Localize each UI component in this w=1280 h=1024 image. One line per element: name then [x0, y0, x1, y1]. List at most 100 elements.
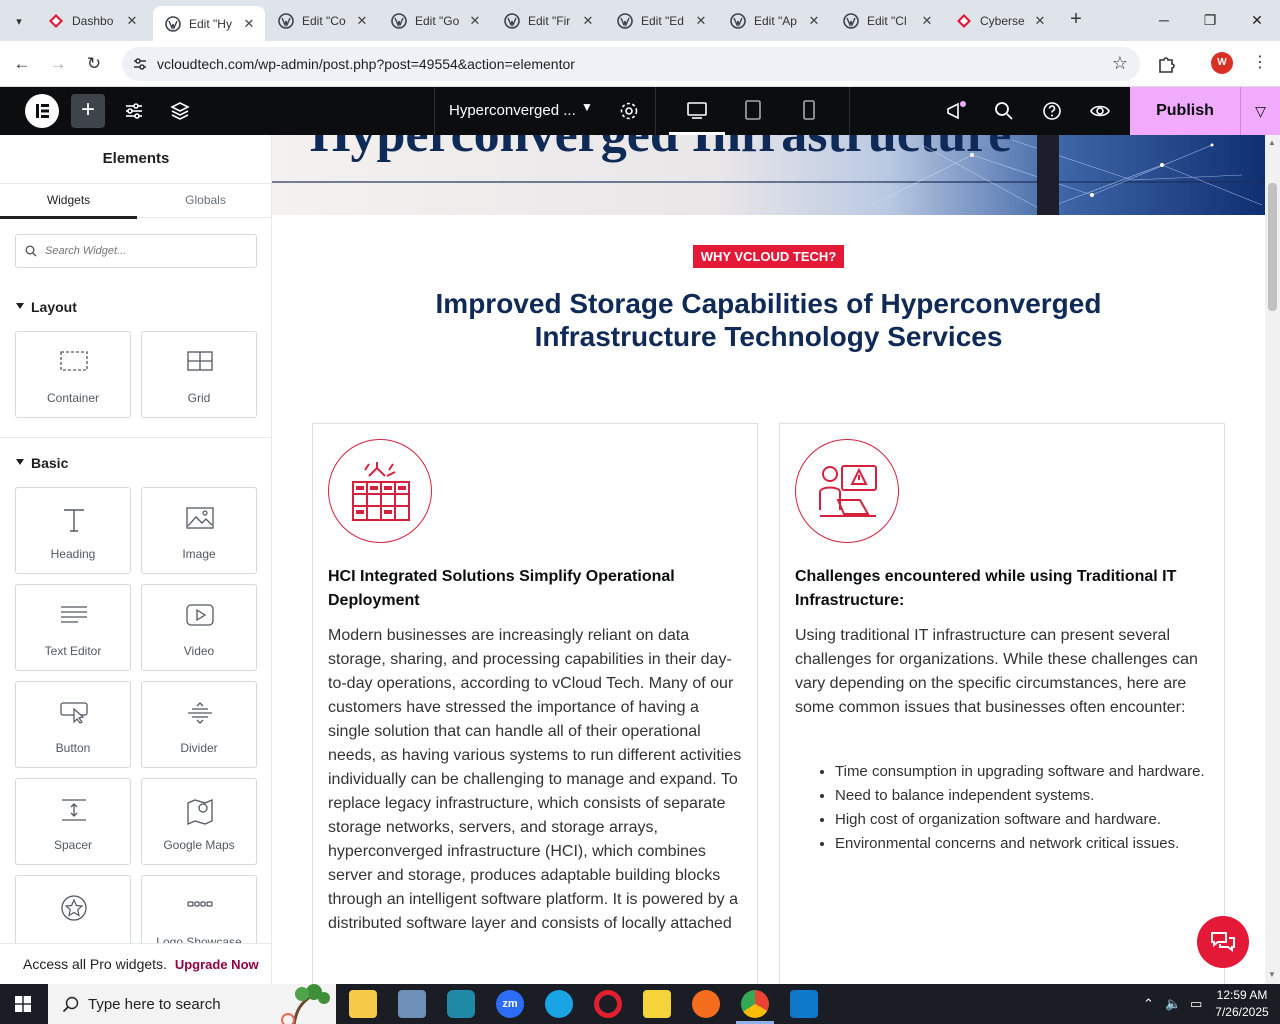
why-badge[interactable]: WHY VCLOUD TECH? [693, 245, 844, 268]
browser-menu-icon[interactable]: ⋮ [1252, 52, 1268, 72]
close-tab-icon[interactable]: ✕ [693, 13, 709, 29]
card-body[interactable]: Modern businesses are increasingly relia… [328, 624, 744, 936]
document-selector[interactable]: Hyperconverged ... ▼ [434, 87, 656, 135]
widget-spacer[interactable]: Spacer [15, 778, 131, 865]
card-title[interactable]: HCI Integrated Solutions Simplify Operat… [328, 565, 738, 613]
widget-grid[interactable]: Grid [141, 331, 257, 418]
elementor-logo-icon[interactable] [25, 94, 59, 128]
tab-search-chevron-icon[interactable]: ▾ [6, 8, 32, 34]
extensions-puzzle-icon[interactable] [1156, 53, 1178, 75]
page-settings-gear-icon[interactable] [617, 99, 641, 123]
add-element-button[interactable]: + [71, 94, 105, 128]
url-text[interactable]: vcloudtech.com/wp-admin/post.php?post=49… [157, 56, 575, 72]
desktop-view-button[interactable] [669, 87, 725, 135]
close-tab-icon[interactable]: ✕ [919, 13, 935, 29]
scroll-down-arrow-icon[interactable]: ▼ [1268, 970, 1276, 979]
scroll-up-arrow-icon[interactable]: ▲ [1268, 138, 1276, 147]
browser-tab-2[interactable]: Edit "Hy ✕ [153, 6, 265, 41]
card-title[interactable]: Challenges encountered while using Tradi… [795, 565, 1205, 613]
preview-eye-icon[interactable] [1088, 99, 1112, 123]
browser-tab-9[interactable]: Cyberse ✕ [944, 6, 1056, 36]
close-window-icon[interactable]: ✕ [1245, 8, 1269, 32]
widget-text-editor[interactable]: Text Editor [15, 584, 131, 671]
close-tab-icon[interactable]: ✕ [241, 16, 257, 32]
document-name[interactable]: Hyperconverged ... [449, 102, 576, 119]
help-icon[interactable] [1040, 99, 1064, 123]
structure-layers-icon[interactable] [168, 99, 192, 123]
chrome-icon[interactable] [741, 990, 769, 1018]
card-body[interactable]: Using traditional IT infrastructure can … [795, 624, 1211, 720]
widget-search-input[interactable] [45, 241, 245, 261]
edge-icon[interactable] [545, 990, 573, 1018]
feature-card-hci[interactable]: HCI Integrated Solutions Simplify Operat… [312, 423, 758, 984]
site-settings-icon[interactable] [132, 56, 148, 72]
browser-tab-8[interactable]: Edit "Cl ✕ [831, 6, 943, 36]
volume-icon[interactable]: 🔈 [1165, 996, 1181, 1012]
firefox-icon[interactable] [692, 990, 720, 1018]
new-tab-button[interactable]: + [1064, 8, 1088, 32]
widget-heading[interactable]: Heading [15, 487, 131, 574]
browser-tab-1[interactable]: Dashbo ✕ [36, 6, 148, 36]
list-item[interactable]: Environmental concerns and network criti… [835, 832, 1205, 856]
widget-container[interactable]: Container [15, 331, 131, 418]
close-tab-icon[interactable]: ✕ [1032, 13, 1048, 29]
file-explorer-icon[interactable] [349, 990, 377, 1018]
widget-button[interactable]: Button [15, 681, 131, 768]
tab-widgets[interactable]: Widgets [0, 184, 137, 219]
browser-tab-5[interactable]: Edit "Fir ✕ [492, 6, 604, 36]
feature-card-challenges[interactable]: Challenges encountered while using Tradi… [779, 423, 1225, 984]
browser-tab-6[interactable]: Edit "Ed ✕ [605, 6, 717, 36]
widget-video[interactable]: Video [141, 584, 257, 671]
tray-chevron-up-icon[interactable]: ⌃ [1143, 996, 1154, 1012]
widget-search-box[interactable] [15, 234, 257, 268]
close-tab-icon[interactable]: ✕ [354, 13, 370, 29]
section-headline[interactable]: Improved Storage Capabilities of Hyperco… [372, 287, 1165, 353]
back-icon[interactable]: ← [9, 51, 35, 77]
network-icon[interactable]: ▭ [1190, 996, 1202, 1012]
opera-icon[interactable] [594, 990, 622, 1018]
tablet-view-button[interactable] [725, 87, 781, 135]
scrollbar-thumb[interactable] [1268, 183, 1277, 311]
close-tab-icon[interactable]: ✕ [467, 13, 483, 29]
widget-image[interactable]: Image [141, 487, 257, 574]
publish-button[interactable]: Publish [1130, 87, 1240, 135]
browser-tab-4[interactable]: Edit "Go ✕ [379, 6, 491, 36]
browser-tab-3[interactable]: Edit "Co ✕ [266, 6, 378, 36]
site-settings-sliders-icon[interactable] [122, 99, 146, 123]
publish-options-chevron-icon[interactable]: ▽ [1240, 87, 1280, 135]
taskbar-search-box[interactable]: Type here to search [48, 984, 336, 1024]
windows-start-icon[interactable] [15, 996, 31, 1012]
close-tab-icon[interactable]: ✕ [580, 13, 596, 29]
browser-tab-7[interactable]: Edit "Ap ✕ [718, 6, 830, 36]
canvas-scrollbar[interactable]: ▲ ▼ [1265, 135, 1280, 984]
restore-icon[interactable]: ❐ [1198, 8, 1222, 32]
vscode-icon[interactable] [790, 990, 818, 1018]
forward-icon[interactable]: → [45, 51, 71, 77]
minimize-icon[interactable]: ─ [1152, 8, 1176, 32]
control-panel-icon[interactable] [398, 990, 426, 1018]
category-basic[interactable]: Basic [16, 455, 68, 471]
list-item[interactable]: Need to balance independent systems. [835, 784, 1205, 808]
taskbar-clock[interactable]: 12:59 AM 7/26/2025 [1212, 987, 1272, 1021]
address-bar[interactable]: vcloudtech.com/wp-admin/post.php?post=49… [122, 47, 1140, 81]
app-hexagon-icon[interactable] [447, 990, 475, 1018]
close-tab-icon[interactable]: ✕ [124, 13, 140, 29]
search-icon[interactable] [992, 99, 1016, 123]
chevron-down-icon[interactable]: ▼ [581, 100, 593, 114]
reload-icon[interactable]: ↻ [81, 51, 107, 77]
notifications-megaphone-icon[interactable] [944, 99, 968, 123]
widget-divider[interactable]: Divider [141, 681, 257, 768]
list-item[interactable]: High cost of organization software and h… [835, 808, 1205, 832]
widget-google-maps[interactable]: Google Maps [141, 778, 257, 865]
mobile-view-button[interactable] [781, 87, 837, 135]
category-layout[interactable]: Layout [16, 299, 77, 315]
chat-bubble-button[interactable] [1197, 916, 1249, 968]
list-item[interactable]: Time consumption in upgrading software a… [835, 760, 1205, 784]
bookmark-star-icon[interactable]: ☆ [1112, 53, 1128, 74]
profile-avatar[interactable]: W [1211, 52, 1233, 74]
upgrade-now-link[interactable]: Upgrade Now [175, 957, 259, 972]
tab-globals[interactable]: Globals [137, 184, 271, 219]
zoom-icon[interactable]: zm [496, 990, 524, 1018]
sticky-notes-icon[interactable] [643, 990, 671, 1018]
close-tab-icon[interactable]: ✕ [806, 13, 822, 29]
